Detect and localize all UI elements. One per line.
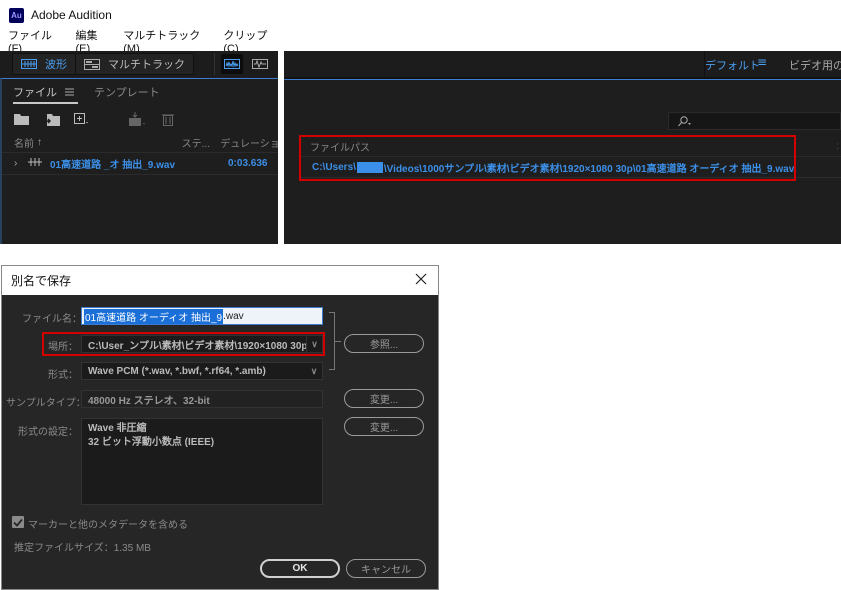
- search-input[interactable]: [668, 112, 841, 130]
- new-file-icon: [74, 113, 88, 124]
- tab-templates-label: テンプレート: [94, 87, 160, 99]
- delete-icon: [162, 114, 174, 126]
- column-next-edge: :: [836, 141, 839, 152]
- ok-button[interactable]: OK: [260, 559, 340, 578]
- search-icon: [678, 115, 691, 126]
- file-path-cell: C:\Users\ \Videos\1000サンプル\素材\ビデオ素材\1920×…: [300, 157, 841, 178]
- redacted-username: [356, 161, 383, 173]
- view-mode-group: 波形 マルチトラック: [12, 53, 194, 75]
- files-toolbar: [2, 105, 278, 133]
- path-prefix: C:\Users\: [312, 161, 356, 173]
- estimated-file-size: 推定ファイルサイズ：1.35 MB: [14, 543, 151, 554]
- frequency-display-button[interactable]: [249, 54, 271, 74]
- format-dropdown[interactable]: Wave PCM (*.wav, *.bwf, *.rf64, *.amb) ∨: [81, 362, 323, 380]
- file-name: 01高速道路 _オ 抽出_9.wav: [50, 160, 176, 171]
- import-icon: [44, 113, 60, 126]
- column-status[interactable]: ステ...: [182, 135, 221, 150]
- tab-files-label: ファイル: [13, 87, 57, 99]
- waveform-button[interactable]: 波形: [13, 54, 75, 74]
- audition-window: Au Adobe Audition ファイル(F) 編集(E) マルチトラック(…: [0, 0, 278, 244]
- dialog-title-bar: 別名で保存: [2, 266, 438, 295]
- insert-into-multitrack-icon: [129, 112, 145, 126]
- sample-type-label: サンプルタイプ：: [6, 398, 86, 409]
- bracket-tick: [335, 341, 341, 342]
- open-file-button[interactable]: [12, 110, 32, 128]
- delete-button[interactable]: [158, 110, 178, 128]
- toolbar: 波形 マルチトラック: [0, 51, 278, 77]
- menu-bar: ファイル(F) 編集(E) マルチトラック(M) クリップ(C): [0, 30, 278, 55]
- insert-multitrack-button[interactable]: [128, 110, 148, 128]
- title-bar: Au Adobe Audition: [0, 0, 278, 30]
- format-settings-box: Wave 非圧縮 32 ビット浮動小数点 (IEEE): [81, 418, 323, 505]
- multitrack-view-icon: [84, 58, 100, 70]
- include-markers-checkbox[interactable]: [12, 516, 24, 528]
- files-column-header: 名前 ↑ ステ... デュレーション...: [2, 133, 278, 153]
- audio-file-icon: [28, 158, 50, 169]
- tab-files[interactable]: ファイル: [13, 79, 78, 105]
- files-panel: ファイル テンプレート 名前 ↑ ステ... デュレーショ › 01高速道路 _…: [0, 78, 278, 244]
- panel-menu-icon[interactable]: [65, 88, 74, 96]
- path-suffix: \Videos\1000サンプル\素材\ビデオ素材\1920×1080 30p\…: [383, 163, 795, 175]
- waveform-label: 波形: [45, 59, 67, 71]
- format-settings-line: 32 ビット浮動小数点 (IEEE): [88, 437, 215, 448]
- format-value: Wave PCM (*.wav, *.bwf, *.rf64, *.amb): [88, 365, 266, 377]
- format-settings-label: 形式の設定：: [18, 427, 78, 438]
- file-duration: 0:03.636: [228, 158, 268, 169]
- location-dropdown[interactable]: C:\User_ンプル\素材\ビデオ素材\1920×1080 30p ∨: [81, 335, 323, 353]
- tab-templates[interactable]: テンプレート: [94, 79, 160, 105]
- workspace-video[interactable]: ビデオ用のオ: [789, 57, 841, 73]
- waveform-display-icon: [224, 59, 240, 69]
- panel-focus-line: [284, 79, 841, 80]
- checkmark-icon: [13, 518, 23, 527]
- audition-logo-icon: Au: [9, 7, 24, 23]
- close-icon[interactable]: [413, 271, 429, 287]
- browse-button[interactable]: 参照...: [344, 334, 424, 353]
- dialog-title: 別名で保存: [11, 274, 72, 288]
- location-value: C:\User_ンプル\素材\ビデオ素材\1920×1080 30p: [88, 340, 308, 352]
- spectral-waveform-button[interactable]: [221, 54, 243, 74]
- new-file-button[interactable]: [72, 110, 92, 128]
- change-sample-type-button[interactable]: 変更...: [344, 389, 424, 408]
- filename-extension: .wav: [223, 310, 244, 322]
- workspace-bar: デフォルト ≡ ビデオ用のオ: [284, 51, 841, 77]
- open-folder-icon: [14, 114, 29, 125]
- column-name[interactable]: 名前 ↑: [2, 135, 182, 150]
- sample-type-field: 48000 Hz ステレオ、32-bit: [81, 390, 323, 408]
- column-duration[interactable]: デュレーション...: [220, 135, 278, 150]
- format-label: 形式：: [48, 370, 78, 381]
- column-file-path[interactable]: ファイルパス :: [300, 137, 841, 157]
- file-row[interactable]: › 01高速道路 _オ 抽出_9.wav 0:03.636: [2, 153, 278, 175]
- filename-input[interactable]: 01高速道路 オーディオ 抽出_9 .wav: [81, 307, 323, 325]
- sort-ascending-icon: ↑: [37, 137, 42, 148]
- include-markers-label[interactable]: マーカーと他のメタデータを含める: [28, 516, 188, 531]
- filename-selected-text: 01高速道路 オーディオ 抽出_9: [84, 308, 224, 324]
- location-label: 場所：: [48, 342, 78, 353]
- expand-chevron-icon[interactable]: ›: [2, 158, 28, 169]
- toolbar-divider: [214, 53, 215, 75]
- chevron-down-icon[interactable]: ∨: [306, 336, 322, 352]
- save-as-dialog: 別名で保存 ファイル名： 01高速道路 オーディオ 抽出_9 .wav 場所： C…: [1, 265, 439, 590]
- app-title: Adobe Audition: [31, 8, 112, 22]
- chevron-down-icon[interactable]: ∨: [306, 363, 322, 379]
- change-format-settings-button[interactable]: 変更...: [344, 417, 424, 436]
- filename-label: ファイル名：: [22, 314, 82, 325]
- multitrack-label: マルチトラック: [108, 59, 185, 71]
- format-settings-line: Wave 非圧縮: [88, 423, 147, 434]
- files-panel-extended: デフォルト ≡ ビデオ用のオ ファイルパス : C:\Users\ \Videos…: [284, 51, 841, 244]
- panel-tabs: ファイル テンプレート: [2, 79, 278, 105]
- waveform-view-icon: [21, 59, 37, 69]
- multitrack-button[interactable]: マルチトラック: [75, 54, 193, 74]
- workspace-menu-icon[interactable]: ≡: [757, 55, 767, 69]
- spectral-display-icon: [252, 59, 268, 69]
- import-file-button[interactable]: [42, 110, 62, 128]
- cancel-button[interactable]: キャンセル: [346, 559, 426, 578]
- workspace-default[interactable]: デフォルト: [705, 57, 760, 73]
